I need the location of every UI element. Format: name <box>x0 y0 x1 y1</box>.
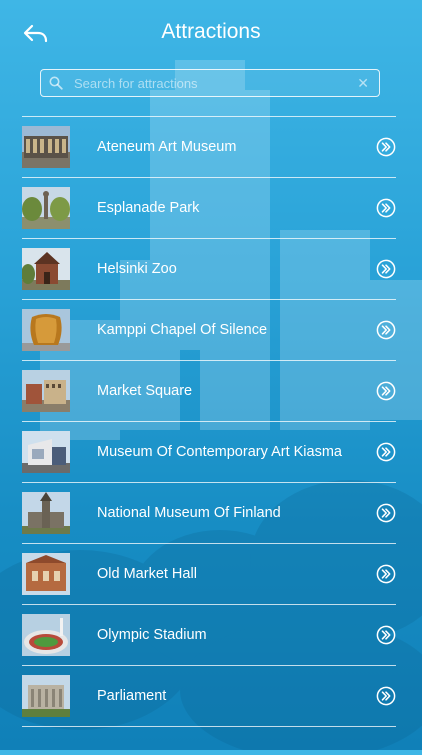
stadium-thumbnail <box>22 614 70 656</box>
list-item-parliament[interactable]: Parliament <box>22 666 396 726</box>
list-item-label: Ateneum Art Museum <box>97 139 237 155</box>
list-item-market-square[interactable]: Market Square <box>22 361 396 421</box>
chevron-double-right-icon[interactable] <box>376 320 396 340</box>
header-bar: Attractions <box>0 0 422 62</box>
parliament-building-thumbnail <box>22 675 70 717</box>
list-item-museum-of-contemporary-art-kiasma[interactable]: Museum Of Contemporary Art Kiasma <box>22 422 396 482</box>
list-item-old-market-hall[interactable]: Old Market Hall <box>22 544 396 604</box>
list-item-label: Old Market Hall <box>97 566 197 582</box>
brick-hall-thumbnail <box>22 553 70 595</box>
list-item-label: Esplanade Park <box>97 200 200 216</box>
list-item-kamppi-chapel-of-silence[interactable]: Kamppi Chapel Of Silence <box>22 300 396 360</box>
list-item-national-museum-of-finland[interactable]: National Museum Of Finland <box>22 483 396 543</box>
chevron-double-right-icon[interactable] <box>376 503 396 523</box>
list-item-label: Olympic Stadium <box>97 627 207 643</box>
chevron-double-right-icon[interactable] <box>376 198 396 218</box>
list-item-ateneum-art-museum[interactable]: Ateneum Art Museum <box>22 117 396 177</box>
chevron-double-right-icon[interactable] <box>376 137 396 157</box>
search-icon <box>49 76 63 90</box>
divider <box>22 726 396 727</box>
list-item-label: National Museum Of Finland <box>97 505 281 521</box>
list-item-helsinki-zoo[interactable]: Helsinki Zoo <box>22 239 396 299</box>
page-title: Attractions <box>161 20 261 43</box>
chevron-double-right-icon[interactable] <box>376 564 396 584</box>
wooden-chapel-thumbnail <box>22 309 70 351</box>
list-item-label: Kamppi Chapel Of Silence <box>97 322 268 338</box>
zoo-tower-thumbnail <box>22 248 70 290</box>
modern-building-thumbnail <box>22 431 70 473</box>
stone-tower-thumbnail <box>22 492 70 534</box>
list-item-label: Helsinki Zoo <box>97 261 177 277</box>
chevron-double-right-icon[interactable] <box>376 686 396 706</box>
museum-building-thumbnail <box>22 126 70 168</box>
clear-search-icon[interactable]: ✕ <box>357 75 369 91</box>
list-item-esplanade-park[interactable]: Esplanade Park <box>22 178 396 238</box>
list-item-label: Museum Of Contemporary Art Kiasma <box>97 444 342 460</box>
attractions-list: Ateneum Art Museum Esplanade Park Helsin… <box>22 116 396 727</box>
chevron-double-right-icon[interactable] <box>376 625 396 645</box>
list-item-label: Parliament <box>97 688 167 704</box>
chevron-double-right-icon[interactable] <box>376 442 396 462</box>
park-statue-thumbnail <box>22 187 70 229</box>
list-item-label: Market Square <box>97 383 193 399</box>
list-item-olympic-stadium[interactable]: Olympic Stadium <box>22 605 396 665</box>
chevron-double-right-icon[interactable] <box>376 381 396 401</box>
search-input[interactable] <box>74 70 344 96</box>
market-square-thumbnail <box>22 370 70 412</box>
chevron-double-right-icon[interactable] <box>376 259 396 279</box>
search-bar: ✕ <box>40 69 380 97</box>
